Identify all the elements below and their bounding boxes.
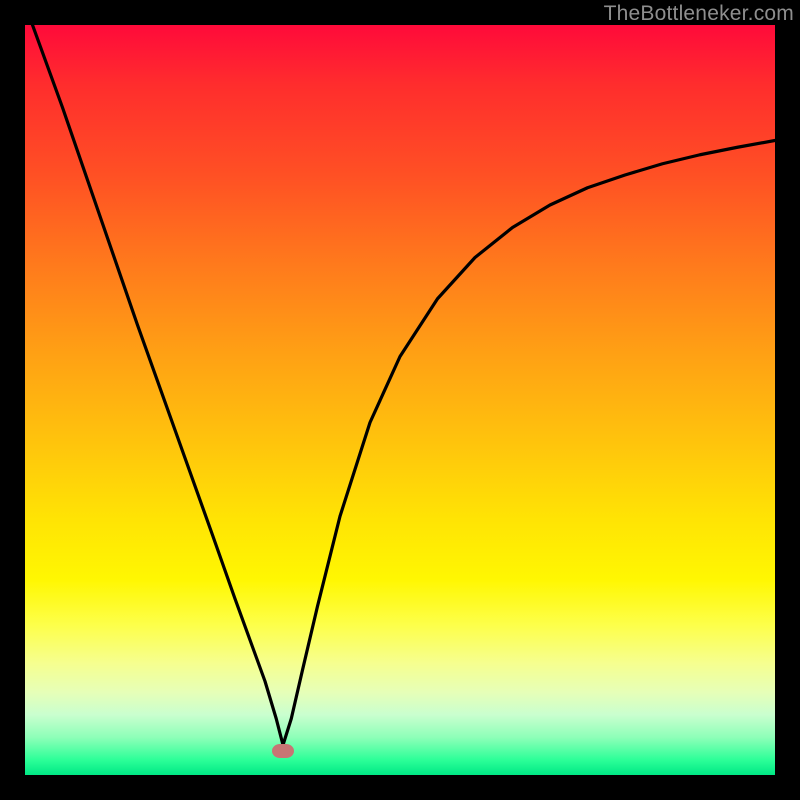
optimum-marker bbox=[272, 744, 294, 758]
watermark-text: TheBottleneker.com bbox=[604, 2, 794, 26]
bottleneck-curve bbox=[33, 25, 776, 745]
chart-frame: TheBottleneker.com bbox=[0, 0, 800, 800]
curve-svg bbox=[25, 25, 775, 775]
plot-area bbox=[25, 25, 775, 775]
